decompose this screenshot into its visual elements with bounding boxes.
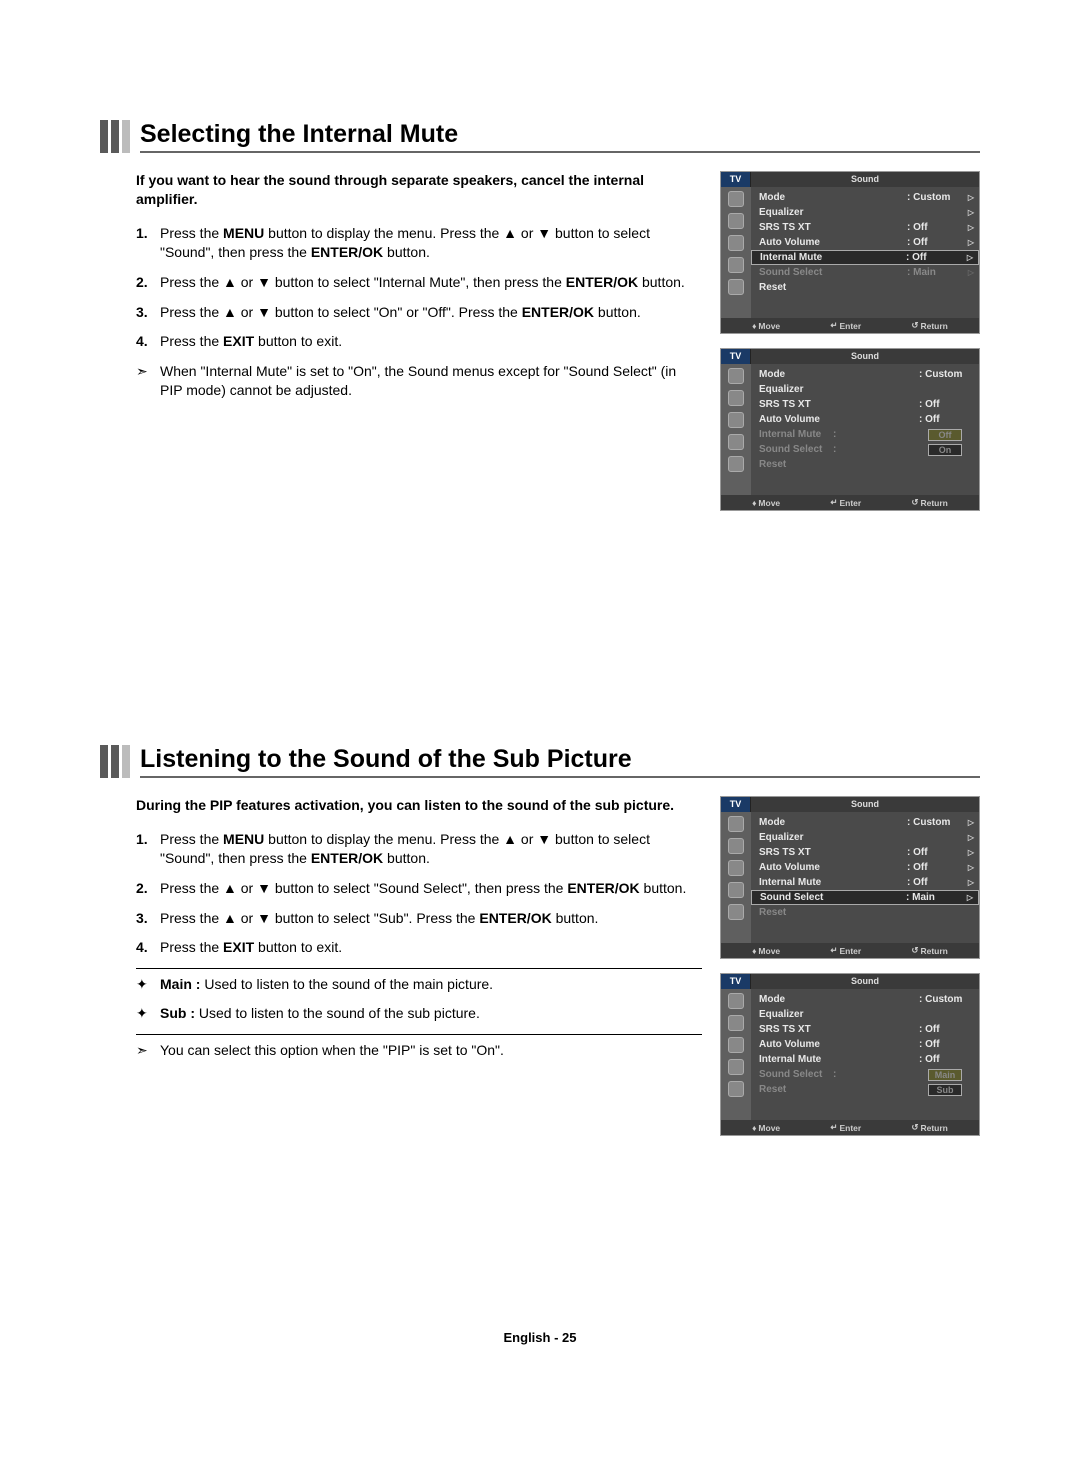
option-on: On (928, 444, 962, 456)
divider (136, 968, 702, 969)
osd-title: Sound (751, 172, 979, 187)
section-title-wrap: Selecting the Internal Mute (100, 120, 980, 153)
arrow-icon: ➣ (136, 1041, 160, 1061)
picture-icon (728, 191, 744, 207)
setup-icon (728, 257, 744, 273)
channel-icon (728, 235, 744, 251)
title-bars (100, 120, 130, 153)
input-icon (728, 279, 744, 295)
section-internal-mute: Selecting the Internal Mute If you want … (100, 120, 980, 525)
divider (136, 1034, 702, 1035)
intro-text: During the PIP features activation, you … (136, 796, 702, 815)
move-hint: ♦ Move (752, 321, 780, 331)
step-text: Press the MENU button to display the men… (160, 224, 702, 263)
step-text: Press the ▲ or ▼ button to select "On" o… (160, 303, 702, 323)
osd-menu: Mode: Custom▷ Equalizer▷ SRS TS XT: Off▷… (751, 187, 979, 318)
note-text: You can select this option when the "PIP… (160, 1041, 504, 1061)
osd-panel-sound-4: TV Sound Mode: Custom Equalizer SRS TS X… (720, 973, 980, 1136)
osd-item-selected: Internal Mute: Off▷ (751, 250, 979, 265)
osd-sidebar-icons (721, 187, 751, 318)
osd-column: TV Sound Mode: Custom▷ Equalizer▷ SRS (720, 171, 980, 525)
osd-footer: ♦ Move ↵ Enter ↺ Return (721, 318, 979, 333)
note-text: When "Internal Mute" is set to "On", the… (160, 362, 702, 401)
osd-panel-sound-2: TV Sound Mode: Custom Equalizer SRS TS X… (720, 348, 980, 511)
diamond-icon: ✦ (136, 1004, 160, 1024)
diamond-icon: ✦ (136, 975, 160, 995)
section-title: Listening to the Sound of the Sub Pictur… (140, 745, 980, 778)
page-footer: English - 25 (100, 1330, 980, 1345)
text-column: If you want to hear the sound through se… (136, 171, 702, 525)
option-main: Main (928, 1069, 962, 1081)
osd-tv-label: TV (721, 172, 751, 187)
section-title: Selecting the Internal Mute (140, 120, 980, 153)
enter-hint: ↵ Enter (830, 320, 861, 331)
option-sub: Sub (928, 1084, 962, 1096)
return-hint: ↺ Return (911, 320, 948, 331)
osd-panel-sound-1: TV Sound Mode: Custom▷ Equalizer▷ SRS (720, 171, 980, 334)
steps-list: 1.Press the MENU button to display the m… (136, 224, 702, 352)
note-row: ➣ When "Internal Mute" is set to "On", t… (136, 362, 702, 401)
section-sub-picture-sound: Listening to the Sound of the Sub Pictur… (100, 745, 980, 1150)
sound-icon (728, 213, 744, 229)
osd-panel-sound-3: TV Sound Mode: Custom▷ Equalizer▷ SRS TS… (720, 796, 980, 959)
option-off: Off (928, 429, 962, 441)
osd-item-selected: Sound Select: Main▷ (751, 890, 979, 905)
step-text: Press the EXIT button to exit. (160, 332, 702, 352)
intro-text: If you want to hear the sound through se… (136, 171, 702, 209)
arrow-icon: ➣ (136, 362, 160, 401)
step-text: Press the ▲ or ▼ button to select "Inter… (160, 273, 702, 293)
